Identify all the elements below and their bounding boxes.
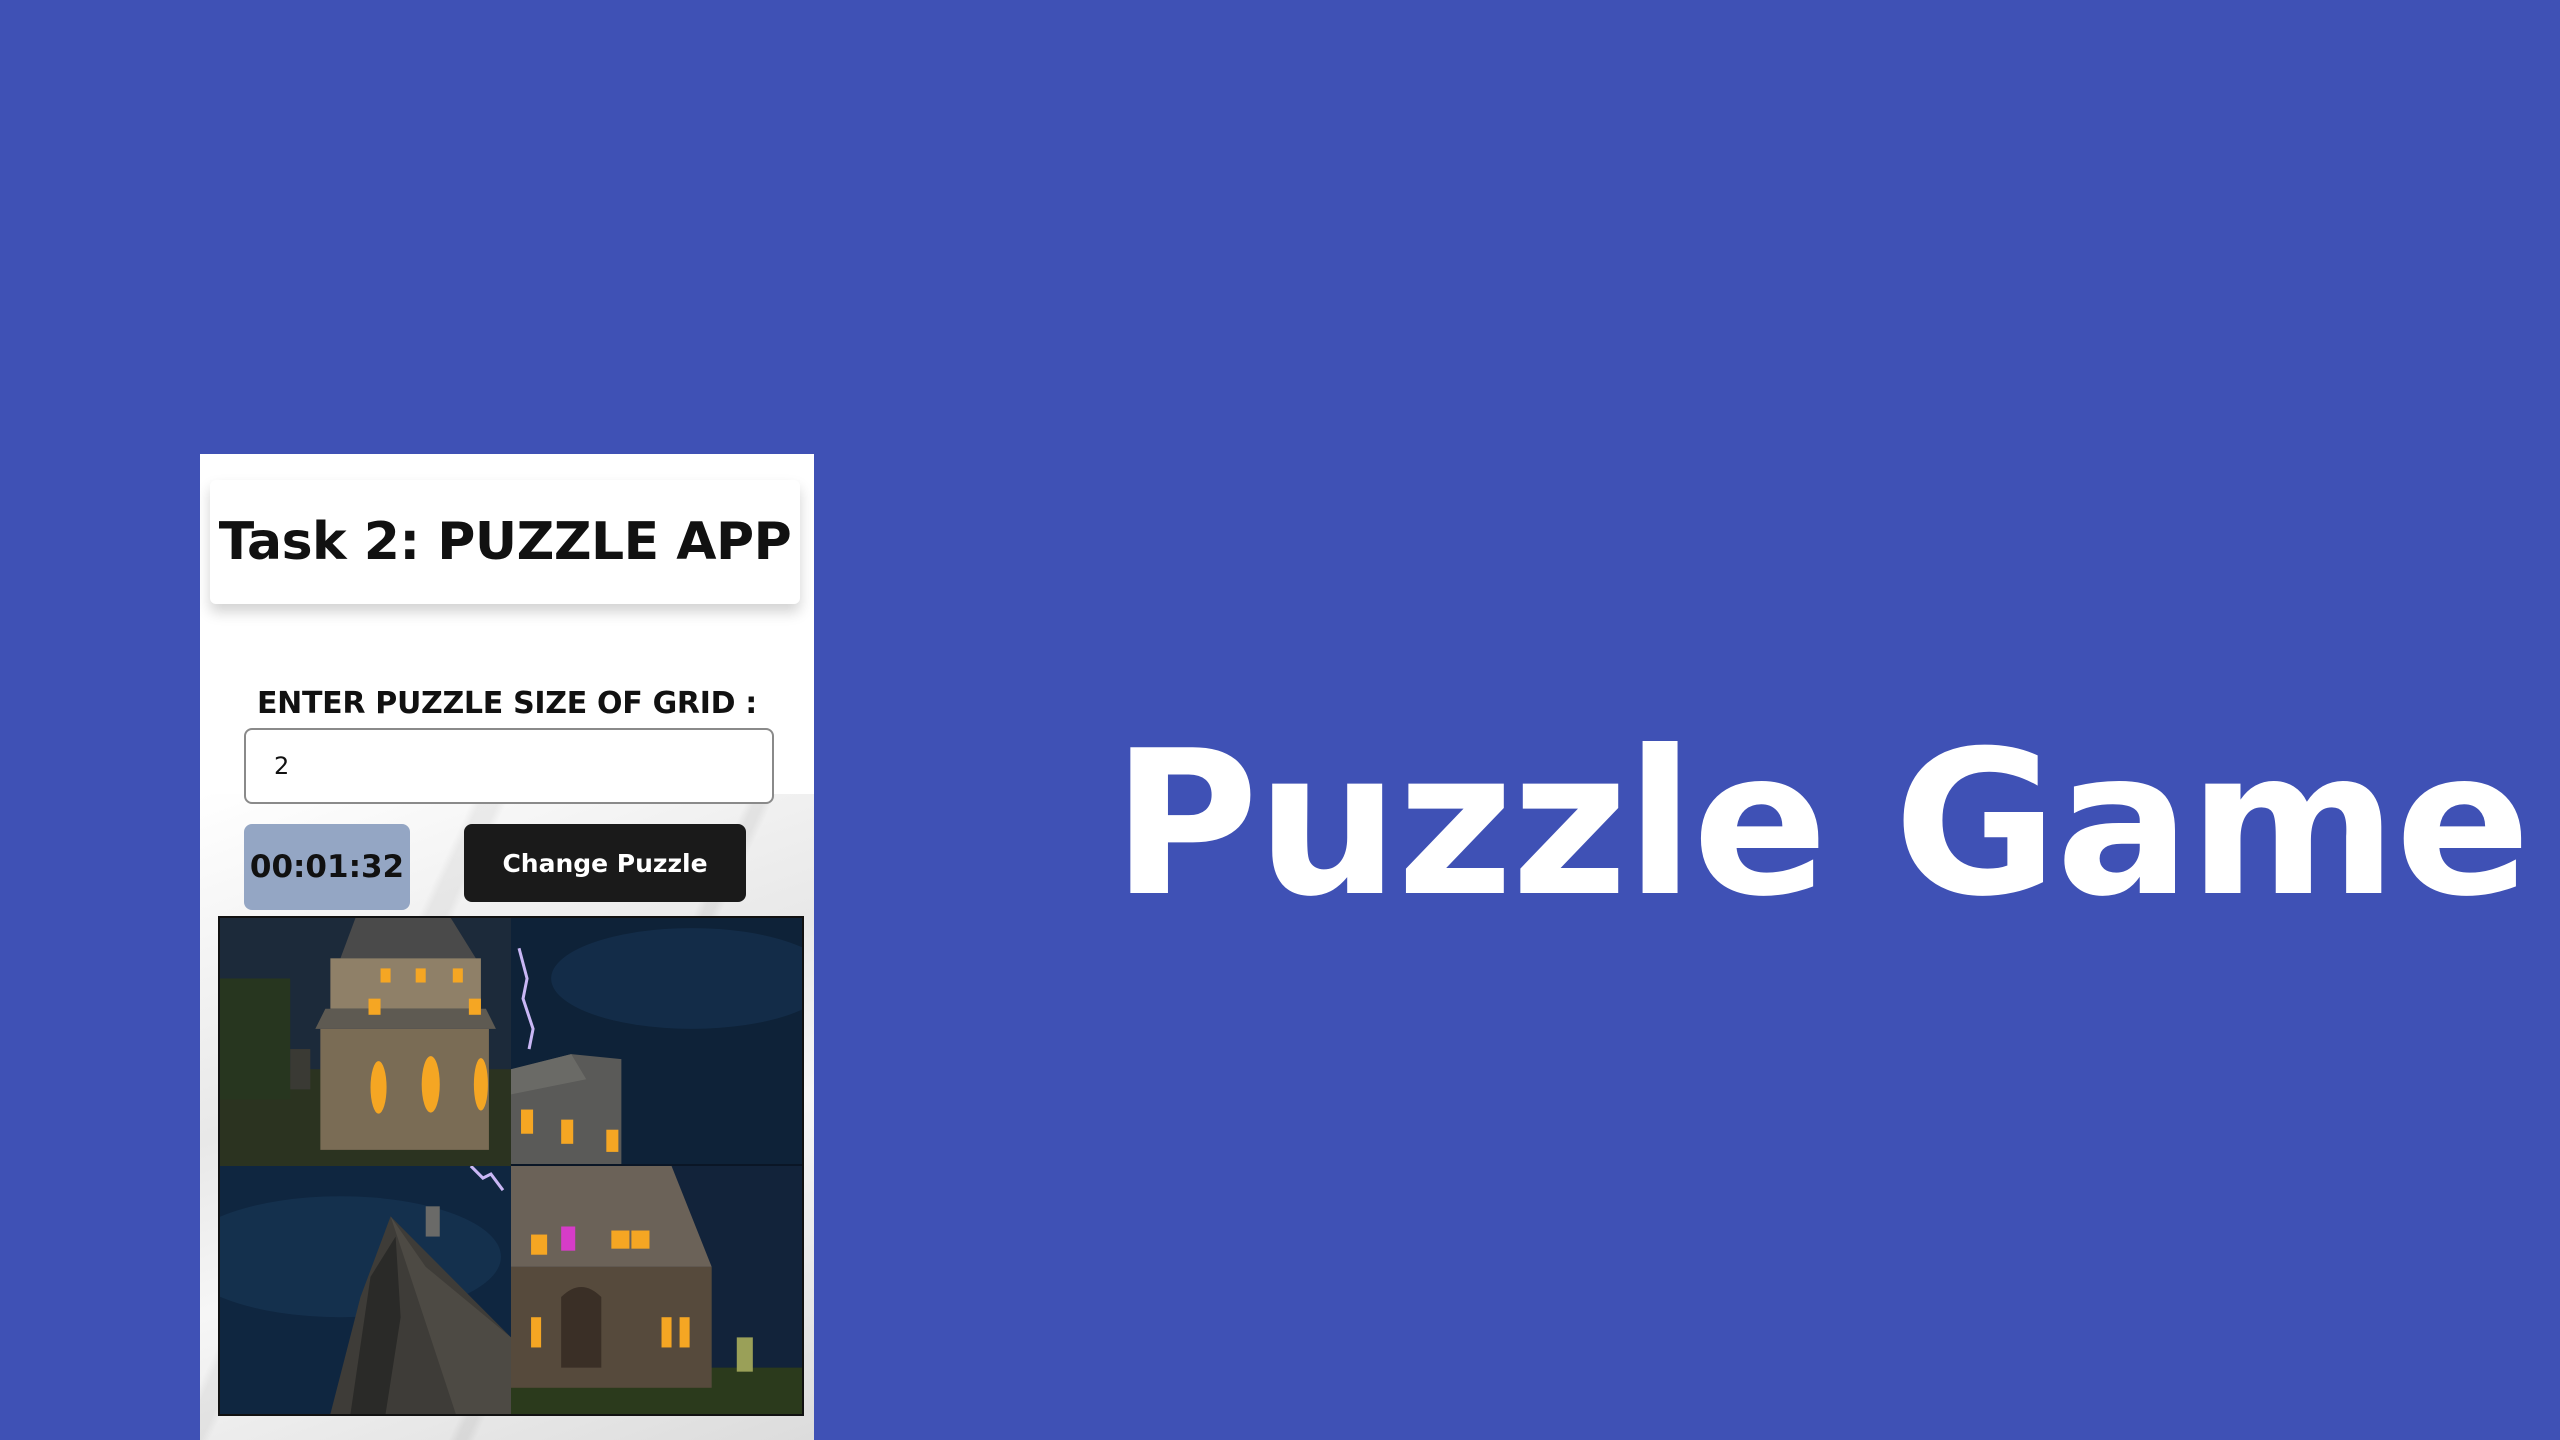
puzzle-tile[interactable] [220,1166,511,1414]
house-tower-tile-icon [220,918,511,1166]
puzzle-tile[interactable] [220,918,511,1166]
puzzle-tile[interactable] [511,1166,802,1414]
grid-size-label: ENTER PUZZLE SIZE OF GRID : [256,686,758,721]
timer-display: 00:01:32 [244,824,410,910]
change-puzzle-button[interactable]: Change Puzzle [464,824,746,902]
house-door-tile-icon [511,1166,802,1414]
hero-title: Puzzle Game [1112,708,2531,941]
app-screen: Task 2: PUZZLE APP ENTER PUZZLE SIZE OF … [200,454,814,1440]
title-card: Task 2: PUZZLE APP [210,480,800,604]
puzzle-board [218,916,804,1416]
grid-size-input[interactable] [244,728,774,804]
puzzle-tile[interactable] [511,918,802,1166]
roof-lightning-tile-icon [511,918,802,1166]
roof-peak-tile-icon [220,1166,511,1414]
app-title: Task 2: PUZZLE APP [218,512,792,572]
